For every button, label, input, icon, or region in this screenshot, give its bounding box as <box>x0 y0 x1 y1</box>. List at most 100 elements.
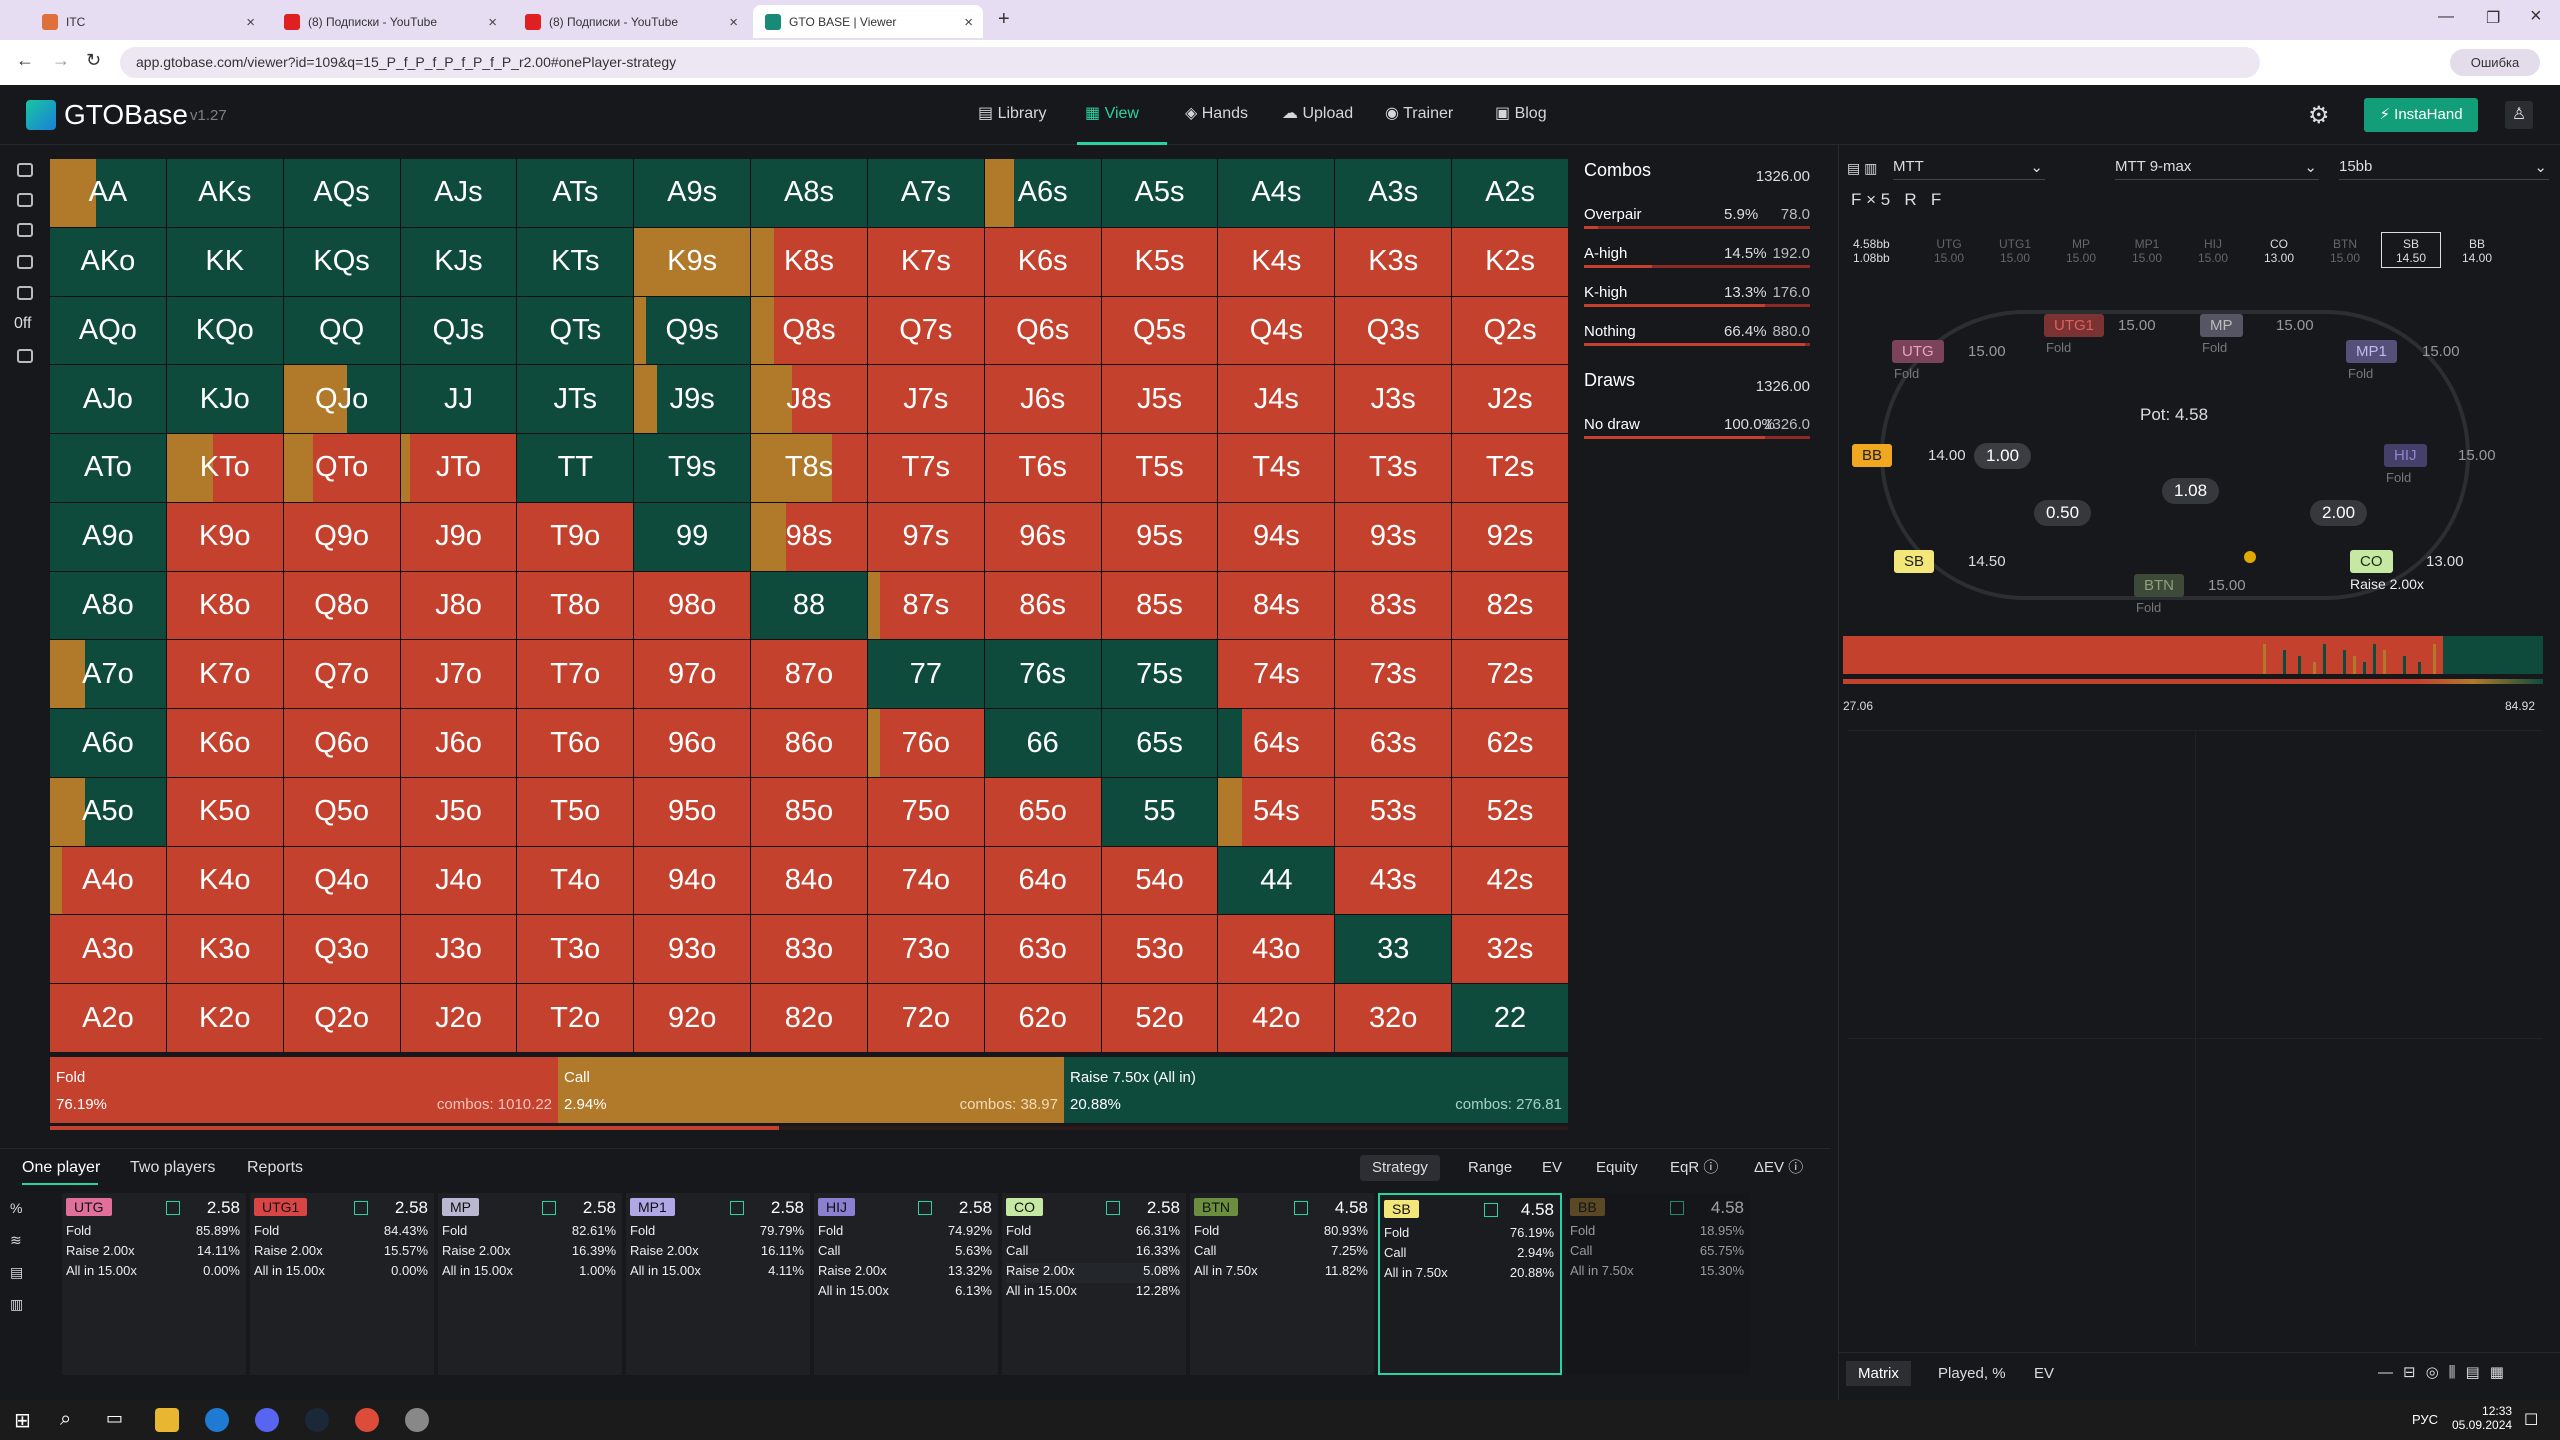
hand-cell[interactable]: 96s <box>984 502 1101 571</box>
action-row[interactable]: All in 7.50x 11.82% <box>1194 1263 1368 1283</box>
copy-tool-icon[interactable] <box>17 193 33 207</box>
layers-tool-icon[interactable] <box>17 223 33 237</box>
action-row[interactable]: Raise 2.00x 16.39% <box>442 1243 616 1263</box>
hand-cell[interactable]: 54s <box>1218 777 1335 846</box>
hand-cell[interactable]: J3o <box>400 915 517 984</box>
seat-sb[interactable]: SB <box>1894 550 1935 573</box>
summary-raise[interactable]: Raise 7.50x (All in) 20.88% combos: 276.… <box>1064 1057 1568 1123</box>
player-card[interactable]: BB 4.58 Fold 18.95% Call 65.75% All in 7.50x 1… <box>1566 1193 1750 1375</box>
hand-cell[interactable]: T4s <box>1218 434 1335 502</box>
hand-cell[interactable]: T2s <box>1452 434 1568 502</box>
nav-view[interactable]: ▦ View <box>1085 103 1139 123</box>
player-card[interactable]: MP1 2.58 Fold 79.79% Raise 2.00x 16.11% All i… <box>626 1193 810 1375</box>
back-icon[interactable]: ← <box>16 50 34 71</box>
position-column[interactable]: BB 14.00 <box>2447 237 2507 265</box>
tab-ev-bottom[interactable]: EV <box>2034 1365 2054 1382</box>
action-row[interactable]: Fold 80.93% <box>1194 1223 1368 1243</box>
hand-cell[interactable]: QTo <box>283 434 400 502</box>
hand-cell[interactable]: J5s <box>1101 365 1218 434</box>
chrome-icon[interactable] <box>355 1408 379 1432</box>
hand-cell[interactable]: 75s <box>1101 640 1218 709</box>
play-icon[interactable] <box>542 1201 556 1215</box>
language-indicator[interactable]: РУС <box>2412 1412 2438 1427</box>
hand-cell[interactable]: A8s <box>751 159 867 227</box>
steam-icon[interactable] <box>305 1408 329 1432</box>
hand-cell[interactable]: T7s <box>867 434 984 502</box>
hand-cell[interactable]: A4s <box>1218 159 1335 227</box>
hand-cell[interactable]: 73s <box>1335 640 1452 709</box>
player-card[interactable]: CO 2.58 Fold 66.31% Call 16.33% Raise 2.00x 5.… <box>1002 1193 1186 1375</box>
hand-cell[interactable]: K4s <box>1218 227 1335 296</box>
action-row[interactable]: All in 7.50x 15.30% <box>1570 1263 1744 1283</box>
player-card[interactable]: BTN 4.58 Fold 80.93% Call 7.25% All in 7.50x 1… <box>1190 1193 1374 1375</box>
hand-cell[interactable]: K2o <box>166 984 283 1052</box>
hand-cell[interactable]: 42s <box>1452 846 1568 915</box>
hand-cell[interactable]: 93o <box>634 915 751 984</box>
hand-cell[interactable]: 99 <box>634 502 751 571</box>
hand-cell[interactable]: 97s <box>867 502 984 571</box>
player-card[interactable]: UTG 2.58 Fold 85.89% Raise 2.00x 14.11% All i… <box>62 1193 246 1375</box>
action-row[interactable]: All in 15.00x 6.13% <box>818 1283 992 1303</box>
hand-cell[interactable]: T5o <box>517 777 634 846</box>
summary-fold[interactable]: Fold 76.19% combos: 1010.22 <box>50 1057 558 1123</box>
hand-cell[interactable]: JTo <box>400 434 517 502</box>
hand-cell[interactable]: 54o <box>1101 846 1218 915</box>
seat-btn[interactable]: BTN <box>2134 574 2184 597</box>
hand-cell[interactable]: A9o <box>50 502 166 571</box>
tab-matrix[interactable]: Matrix <box>1846 1361 1911 1386</box>
hand-cell[interactable]: Q2s <box>1452 296 1568 365</box>
action-row[interactable]: Raise 2.00x 14.11% <box>66 1243 240 1263</box>
player-card[interactable]: SB 4.58 Fold 76.19% Call 2.94% All in 7.50x 20… <box>1378 1193 1562 1375</box>
nav-trainer[interactable]: ◉ Trainer <box>1385 103 1453 123</box>
hand-cell[interactable]: A7s <box>867 159 984 227</box>
hand-cell[interactable]: Q7o <box>283 640 400 709</box>
hand-cell[interactable]: J5o <box>400 777 517 846</box>
hand-cell[interactable]: T9s <box>634 434 751 502</box>
hand-cell[interactable]: Q3s <box>1335 296 1452 365</box>
player-card[interactable]: UTG1 2.58 Fold 84.43% Raise 2.00x 15.57% All … <box>250 1193 434 1375</box>
search-icon[interactable]: ⌕ <box>60 1408 84 1432</box>
action-row[interactable]: All in 7.50x 20.88% <box>1384 1265 1554 1285</box>
error-button[interactable]: Ошибка <box>2450 49 2540 76</box>
position-column[interactable]: UTG1 15.00 <box>1985 237 2045 265</box>
hand-cell[interactable]: JJ <box>400 365 517 434</box>
position-column[interactable]: BTN 15.00 <box>2315 237 2375 265</box>
hand-cell[interactable]: 86s <box>984 571 1101 640</box>
hand-cell[interactable]: 42o <box>1218 984 1335 1052</box>
summary-call[interactable]: Call 2.94% combos: 38.97 <box>558 1057 1064 1123</box>
action-row[interactable]: All in 15.00x 4.11% <box>630 1263 804 1283</box>
play-icon[interactable] <box>1484 1203 1498 1217</box>
hand-cell[interactable]: K2s <box>1452 227 1568 296</box>
forward-icon[interactable]: → <box>52 50 70 71</box>
hand-cell[interactable]: JTs <box>517 365 634 434</box>
hand-cell[interactable]: A7o <box>50 640 166 709</box>
tab-reports[interactable]: Reports <box>247 1159 303 1177</box>
hand-cell[interactable]: 52o <box>1101 984 1218 1052</box>
action-row[interactable]: Raise 2.00x 13.32% <box>818 1263 992 1283</box>
close-icon[interactable]: × <box>964 14 973 31</box>
hand-cell[interactable]: J4s <box>1218 365 1335 434</box>
hand-cell[interactable]: ATo <box>50 434 166 502</box>
hand-cell[interactable]: 85o <box>751 777 867 846</box>
tab-strategy[interactable]: Strategy <box>1360 1155 1440 1181</box>
hand-cell[interactable]: AJo <box>50 365 166 434</box>
action-row[interactable]: Call 65.75% <box>1570 1243 1744 1263</box>
hand-cell[interactable]: AKo <box>50 227 166 296</box>
hand-cell[interactable]: T8s <box>751 434 867 502</box>
home-tool-icon[interactable] <box>17 163 33 177</box>
hand-cell[interactable]: Q7s <box>867 296 984 365</box>
hand-cell[interactable]: 83o <box>751 915 867 984</box>
chat-tool-icon[interactable] <box>17 349 33 363</box>
hand-cell[interactable]: 63s <box>1335 709 1452 777</box>
hand-cell[interactable]: J8o <box>400 571 517 640</box>
hand-cell[interactable]: A4o <box>50 846 166 915</box>
hand-cell[interactable]: J8s <box>751 365 867 434</box>
hand-cell[interactable]: 87s <box>867 571 984 640</box>
hand-cell[interactable]: QTs <box>517 296 634 365</box>
hand-cell[interactable]: T4o <box>517 846 634 915</box>
hand-cell[interactable]: 75o <box>867 777 984 846</box>
hand-cell[interactable]: 73o <box>867 915 984 984</box>
hand-cell[interactable]: 74o <box>867 846 984 915</box>
hand-cell[interactable]: 53s <box>1335 777 1452 846</box>
hand-cell[interactable]: A5o <box>50 777 166 846</box>
